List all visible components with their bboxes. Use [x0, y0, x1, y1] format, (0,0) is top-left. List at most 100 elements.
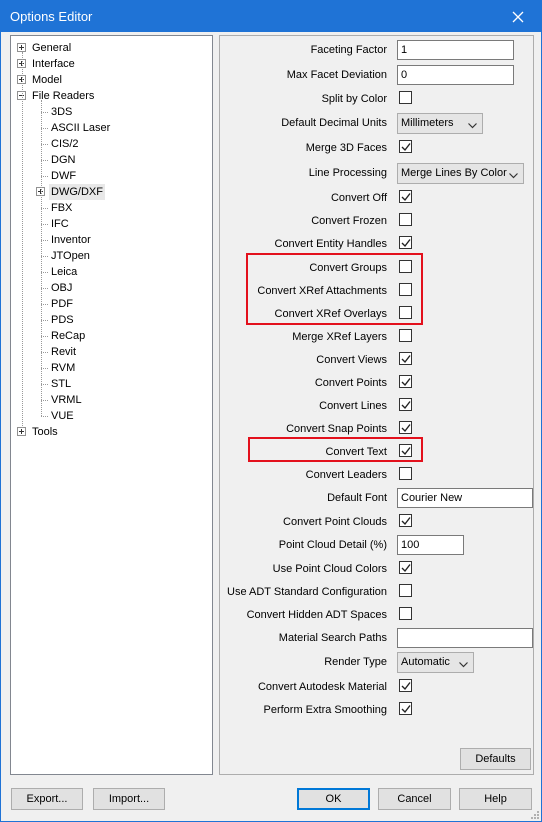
convert-autodesk-material-checkbox[interactable]: [399, 679, 412, 692]
setting-label: Convert Lines: [319, 400, 387, 412]
tree-item-label: PDF: [51, 298, 73, 310]
setting-label: Default Font: [327, 492, 387, 504]
setting-row-convert-snap-points: Convert Snap Points: [220, 419, 533, 442]
checkmark-icon: [401, 424, 411, 433]
setting-label: Convert Snap Points: [286, 423, 387, 435]
checkmark-icon: [401, 564, 411, 573]
convert-hidden-adt-spaces-checkbox[interactable]: [399, 607, 412, 620]
tree-item-tools[interactable]: Tools: [11, 424, 211, 440]
tree-item-label: Inventor: [51, 234, 91, 246]
use-adt-standard-configuration-checkbox[interactable]: [399, 584, 412, 597]
setting-row-max-facet-deviation: Max Facet Deviation 0: [220, 65, 533, 88]
ok-button[interactable]: OK: [297, 788, 370, 810]
setting-label: Merge XRef Layers: [292, 331, 387, 343]
convert-entity-handles-checkbox[interactable]: [399, 236, 412, 249]
setting-row-faceting-factor: Faceting Factor 1: [220, 40, 533, 63]
cancel-button[interactable]: Cancel: [378, 788, 451, 810]
tree-item-label: DGN: [51, 154, 76, 166]
setting-row-use-adt-standard-configuration: Use ADT Standard Configuration: [220, 582, 533, 605]
setting-label: Default Decimal Units: [281, 117, 387, 129]
help-button[interactable]: Help: [459, 788, 532, 810]
setting-row-split-by-color: Split by Color: [220, 89, 533, 112]
default-decimal-units-dropdown[interactable]: Millimeters: [397, 113, 483, 134]
setting-row-material-search-paths: Material Search Paths: [220, 628, 533, 651]
convert-views-checkbox[interactable]: [399, 352, 412, 365]
tree-connector: [41, 208, 48, 209]
setting-row-merge-xref-layers: Merge XRef Layers: [220, 327, 533, 350]
setting-label: Convert Frozen: [311, 215, 387, 227]
chevron-down-icon: [468, 120, 477, 133]
tree-connector: [41, 112, 48, 113]
line-processing-dropdown[interactable]: Merge Lines By Color: [397, 163, 524, 184]
perform-extra-smoothing-checkbox[interactable]: [399, 702, 412, 715]
tree-connector: [41, 256, 48, 257]
convert-point-clouds-checkbox[interactable]: [399, 514, 412, 527]
setting-label: Convert Entity Handles: [274, 238, 388, 250]
checkmark-icon: [401, 355, 411, 364]
checkmark-icon: [401, 143, 411, 152]
checkmark-icon: [401, 401, 411, 410]
split-by-color-checkbox[interactable]: [399, 91, 412, 104]
options-tree[interactable]: General Interface Model File Readers 3DS ASCI…: [10, 35, 213, 775]
tree-connector: [41, 336, 48, 337]
setting-row-convert-xref-overlays: Convert XRef Overlays: [220, 304, 533, 327]
expand-plus-icon[interactable]: [17, 427, 26, 436]
checkmark-icon: [401, 239, 411, 248]
convert-frozen-checkbox[interactable]: [399, 213, 412, 226]
chevron-down-icon: [509, 170, 518, 183]
setting-row-convert-point-clouds: Convert Point Clouds: [220, 512, 533, 535]
tree-connector: [41, 400, 48, 401]
convert-text-checkbox[interactable]: [399, 444, 412, 457]
merge-xref-layers-checkbox[interactable]: [399, 329, 412, 342]
setting-label: Convert Point Clouds: [283, 516, 387, 528]
tree-connector: [41, 416, 48, 417]
material-search-paths-input[interactable]: [397, 628, 533, 648]
resize-grip-icon[interactable]: [529, 809, 539, 819]
setting-label: Render Type: [324, 656, 387, 668]
convert-snap-points-checkbox[interactable]: [399, 421, 412, 434]
tree-item-interface[interactable]: Interface: [11, 56, 211, 72]
use-point-cloud-colors-checkbox[interactable]: [399, 561, 412, 574]
setting-label: Convert Leaders: [305, 469, 387, 481]
export-button[interactable]: Export...: [11, 788, 83, 810]
close-button[interactable]: [495, 1, 541, 32]
setting-label: Convert XRef Attachments: [257, 285, 387, 297]
render-type-dropdown[interactable]: Automatic: [397, 652, 474, 673]
tree-item-label: Model: [32, 74, 62, 86]
convert-points-checkbox[interactable]: [399, 375, 412, 388]
max-facet-deviation-input[interactable]: 0: [397, 65, 514, 85]
tree-item-label: VUE: [51, 410, 74, 422]
tree-item-model[interactable]: Model: [11, 72, 211, 88]
tree-item-label: JTOpen: [51, 250, 90, 262]
convert-off-checkbox[interactable]: [399, 190, 412, 203]
tree-connector: [41, 224, 48, 225]
convert-xref-overlays-checkbox[interactable]: [399, 306, 412, 319]
convert-lines-checkbox[interactable]: [399, 398, 412, 411]
title-bar[interactable]: Options Editor: [1, 1, 541, 32]
chevron-down-icon: [459, 659, 468, 672]
point-cloud-detail-input[interactable]: 100: [397, 535, 464, 555]
setting-label: Convert Groups: [309, 262, 387, 274]
tree-item-label: 3DS: [51, 106, 73, 118]
setting-label: Convert Hidden ADT Spaces: [246, 609, 387, 621]
faceting-factor-input[interactable]: 1: [397, 40, 514, 60]
setting-row-convert-lines: Convert Lines: [220, 396, 533, 419]
import-button[interactable]: Import...: [93, 788, 165, 810]
merge-3d-faces-checkbox[interactable]: [399, 140, 412, 153]
setting-label: Perform Extra Smoothing: [263, 704, 388, 716]
close-icon: [512, 11, 524, 22]
checkmark-icon: [401, 517, 411, 526]
expand-plus-icon[interactable]: [17, 43, 26, 52]
setting-row-convert-off: Convert Off: [220, 188, 533, 211]
defaults-button[interactable]: Defaults: [460, 748, 531, 770]
tree-item-label: IFC: [51, 218, 69, 230]
tree-item-general[interactable]: General: [11, 40, 211, 56]
tree-connector: [41, 320, 48, 321]
convert-xref-attachments-checkbox[interactable]: [399, 283, 412, 296]
setting-label: Convert Points: [314, 377, 387, 389]
setting-label: Use ADT Standard Configuration: [227, 586, 387, 598]
default-font-input[interactable]: Courier New: [397, 488, 533, 508]
convert-leaders-checkbox[interactable]: [399, 467, 412, 480]
setting-row-point-cloud-detail: Point Cloud Detail (%) 100: [220, 535, 533, 558]
convert-groups-checkbox[interactable]: [399, 260, 412, 273]
